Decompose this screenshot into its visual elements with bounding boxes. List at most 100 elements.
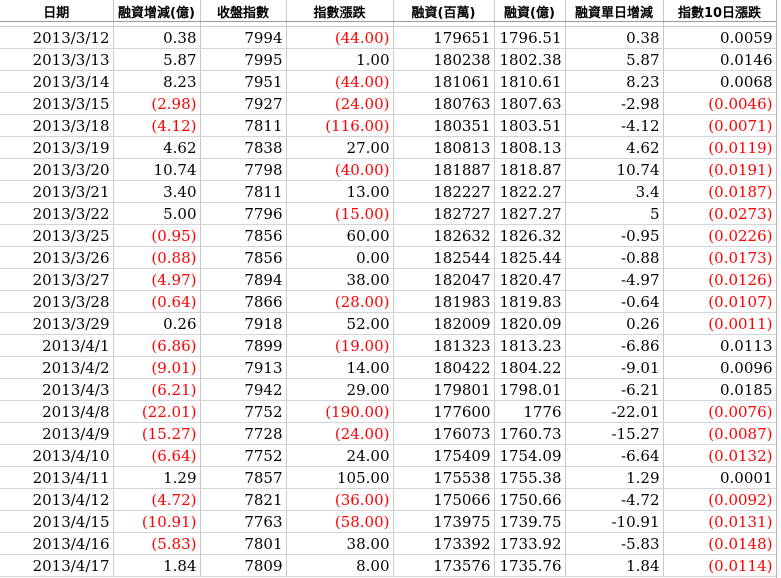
cell-date[interactable]: 2013/3/20: [0, 158, 114, 181]
cell-margin-balance-yi[interactable]: 1803.51: [494, 114, 566, 137]
cell-index-change[interactable]: 29.00: [286, 378, 394, 401]
cell-index-10day-change[interactable]: 0.0113: [663, 334, 777, 357]
cell-close-index[interactable]: 7856: [200, 246, 287, 269]
cell-index-10day-change[interactable]: (0.0046): [663, 92, 777, 115]
cell-index-10day-change[interactable]: (0.0114): [663, 554, 777, 577]
cell-index-change[interactable]: (190.00): [286, 400, 394, 423]
cell-close-index[interactable]: 7918: [200, 312, 287, 335]
cell-date[interactable]: 2013/3/25: [0, 224, 114, 247]
cell-margin-change[interactable]: 3.40: [113, 180, 201, 203]
cell-margin-change[interactable]: 5.87: [113, 48, 201, 71]
cell-index-change[interactable]: (36.00): [286, 488, 394, 511]
cell-date[interactable]: 2013/3/28: [0, 290, 114, 313]
cell-margin-balance-million[interactable]: 180813: [393, 136, 495, 159]
cell-index-10day-change[interactable]: (0.0226): [663, 224, 777, 247]
cell-index-change[interactable]: (28.00): [286, 290, 394, 313]
cell-date[interactable]: 2013/3/27: [0, 268, 114, 291]
cell-index-10day-change[interactable]: (0.0131): [663, 510, 777, 533]
cell-margin-balance-yi[interactable]: 1796.51: [494, 26, 566, 49]
cell-date[interactable]: 2013/4/9: [0, 422, 114, 445]
cell-margin-balance-yi[interactable]: 1807.63: [494, 92, 566, 115]
cell-daily-margin-change[interactable]: 0.38: [565, 26, 664, 49]
cell-close-index[interactable]: 7796: [200, 202, 287, 225]
cell-index-10day-change[interactable]: (0.0148): [663, 532, 777, 555]
cell-close-index[interactable]: 7811: [200, 180, 287, 203]
column-header-index-change[interactable]: 指數漲跌: [286, 0, 394, 22]
cell-margin-balance-million[interactable]: 180238: [393, 48, 495, 71]
cell-margin-balance-million[interactable]: 173975: [393, 510, 495, 533]
cell-date[interactable]: 2013/3/22: [0, 202, 114, 225]
cell-close-index[interactable]: 7995: [200, 48, 287, 71]
cell-margin-balance-yi[interactable]: 1735.76: [494, 554, 566, 577]
cell-index-10day-change[interactable]: 0.0068: [663, 70, 777, 93]
cell-margin-balance-yi[interactable]: 1802.38: [494, 48, 566, 71]
cell-index-change[interactable]: 8.00: [286, 554, 394, 577]
cell-index-change[interactable]: (15.00): [286, 202, 394, 225]
cell-index-10day-change[interactable]: (0.0126): [663, 268, 777, 291]
cell-margin-change[interactable]: (4.97): [113, 268, 201, 291]
cell-index-change[interactable]: 0.00: [286, 246, 394, 269]
cell-date[interactable]: 2013/3/18: [0, 114, 114, 137]
cell-index-change[interactable]: 13.00: [286, 180, 394, 203]
cell-close-index[interactable]: 7821: [200, 488, 287, 511]
cell-margin-balance-million[interactable]: 179651: [393, 26, 495, 49]
cell-margin-balance-million[interactable]: 175409: [393, 444, 495, 467]
cell-margin-balance-million[interactable]: 173576: [393, 554, 495, 577]
cell-margin-balance-yi[interactable]: 1776: [494, 400, 566, 423]
cell-margin-balance-million[interactable]: 181323: [393, 334, 495, 357]
cell-margin-balance-yi[interactable]: 1750.66: [494, 488, 566, 511]
cell-margin-change[interactable]: (6.21): [113, 378, 201, 401]
cell-margin-balance-yi[interactable]: 1739.75: [494, 510, 566, 533]
cell-margin-balance-yi[interactable]: 1808.13: [494, 136, 566, 159]
column-header-daily-margin-change[interactable]: 融資單日增減: [565, 0, 664, 22]
cell-margin-balance-million[interactable]: 175066: [393, 488, 495, 511]
cell-index-10day-change[interactable]: (0.0132): [663, 444, 777, 467]
cell-index-change[interactable]: 27.00: [286, 136, 394, 159]
cell-date[interactable]: 2013/3/14: [0, 70, 114, 93]
cell-margin-balance-yi[interactable]: 1818.87: [494, 158, 566, 181]
cell-margin-change[interactable]: (4.72): [113, 488, 201, 511]
column-header-close-index[interactable]: 收盤指數: [200, 0, 287, 22]
cell-daily-margin-change[interactable]: 5: [565, 202, 664, 225]
cell-daily-margin-change[interactable]: 0.26: [565, 312, 664, 335]
cell-index-10day-change[interactable]: (0.0087): [663, 422, 777, 445]
cell-close-index[interactable]: 7801: [200, 532, 287, 555]
cell-margin-balance-million[interactable]: 180763: [393, 92, 495, 115]
cell-daily-margin-change[interactable]: -0.64: [565, 290, 664, 313]
column-header-margin-balance-yi[interactable]: 融資(億): [494, 0, 566, 22]
cell-close-index[interactable]: 7994: [200, 26, 287, 49]
cell-margin-balance-million[interactable]: 181061: [393, 70, 495, 93]
cell-margin-balance-million[interactable]: 179801: [393, 378, 495, 401]
cell-date[interactable]: 2013/4/12: [0, 488, 114, 511]
cell-index-10day-change[interactable]: (0.0173): [663, 246, 777, 269]
cell-margin-balance-million[interactable]: 182009: [393, 312, 495, 335]
column-header-margin-balance-million[interactable]: 融資(百萬): [393, 0, 495, 22]
cell-index-change[interactable]: (24.00): [286, 422, 394, 445]
cell-date[interactable]: 2013/4/10: [0, 444, 114, 467]
cell-close-index[interactable]: 7942: [200, 378, 287, 401]
cell-index-change[interactable]: 60.00: [286, 224, 394, 247]
cell-margin-balance-yi[interactable]: 1810.61: [494, 70, 566, 93]
cell-margin-balance-million[interactable]: 180351: [393, 114, 495, 137]
cell-margin-balance-million[interactable]: 182227: [393, 180, 495, 203]
cell-index-change[interactable]: 14.00: [286, 356, 394, 379]
cell-date[interactable]: 2013/4/15: [0, 510, 114, 533]
cell-daily-margin-change[interactable]: -6.21: [565, 378, 664, 401]
cell-date[interactable]: 2013/3/21: [0, 180, 114, 203]
cell-margin-change[interactable]: (0.95): [113, 224, 201, 247]
cell-close-index[interactable]: 7927: [200, 92, 287, 115]
cell-index-change[interactable]: 38.00: [286, 268, 394, 291]
cell-date[interactable]: 2013/3/19: [0, 136, 114, 159]
cell-index-change[interactable]: (44.00): [286, 26, 394, 49]
cell-date[interactable]: 2013/4/3: [0, 378, 114, 401]
cell-daily-margin-change[interactable]: 1.29: [565, 466, 664, 489]
cell-margin-balance-million[interactable]: 181983: [393, 290, 495, 313]
column-header-margin-change[interactable]: 融資增減(億): [113, 0, 201, 22]
cell-margin-change[interactable]: (9.01): [113, 356, 201, 379]
cell-index-change[interactable]: 38.00: [286, 532, 394, 555]
cell-daily-margin-change[interactable]: 8.23: [565, 70, 664, 93]
cell-date[interactable]: 2013/4/17: [0, 554, 114, 577]
cell-margin-balance-million[interactable]: 180422: [393, 356, 495, 379]
cell-margin-balance-million[interactable]: 175538: [393, 466, 495, 489]
cell-index-change[interactable]: 1.00: [286, 48, 394, 71]
